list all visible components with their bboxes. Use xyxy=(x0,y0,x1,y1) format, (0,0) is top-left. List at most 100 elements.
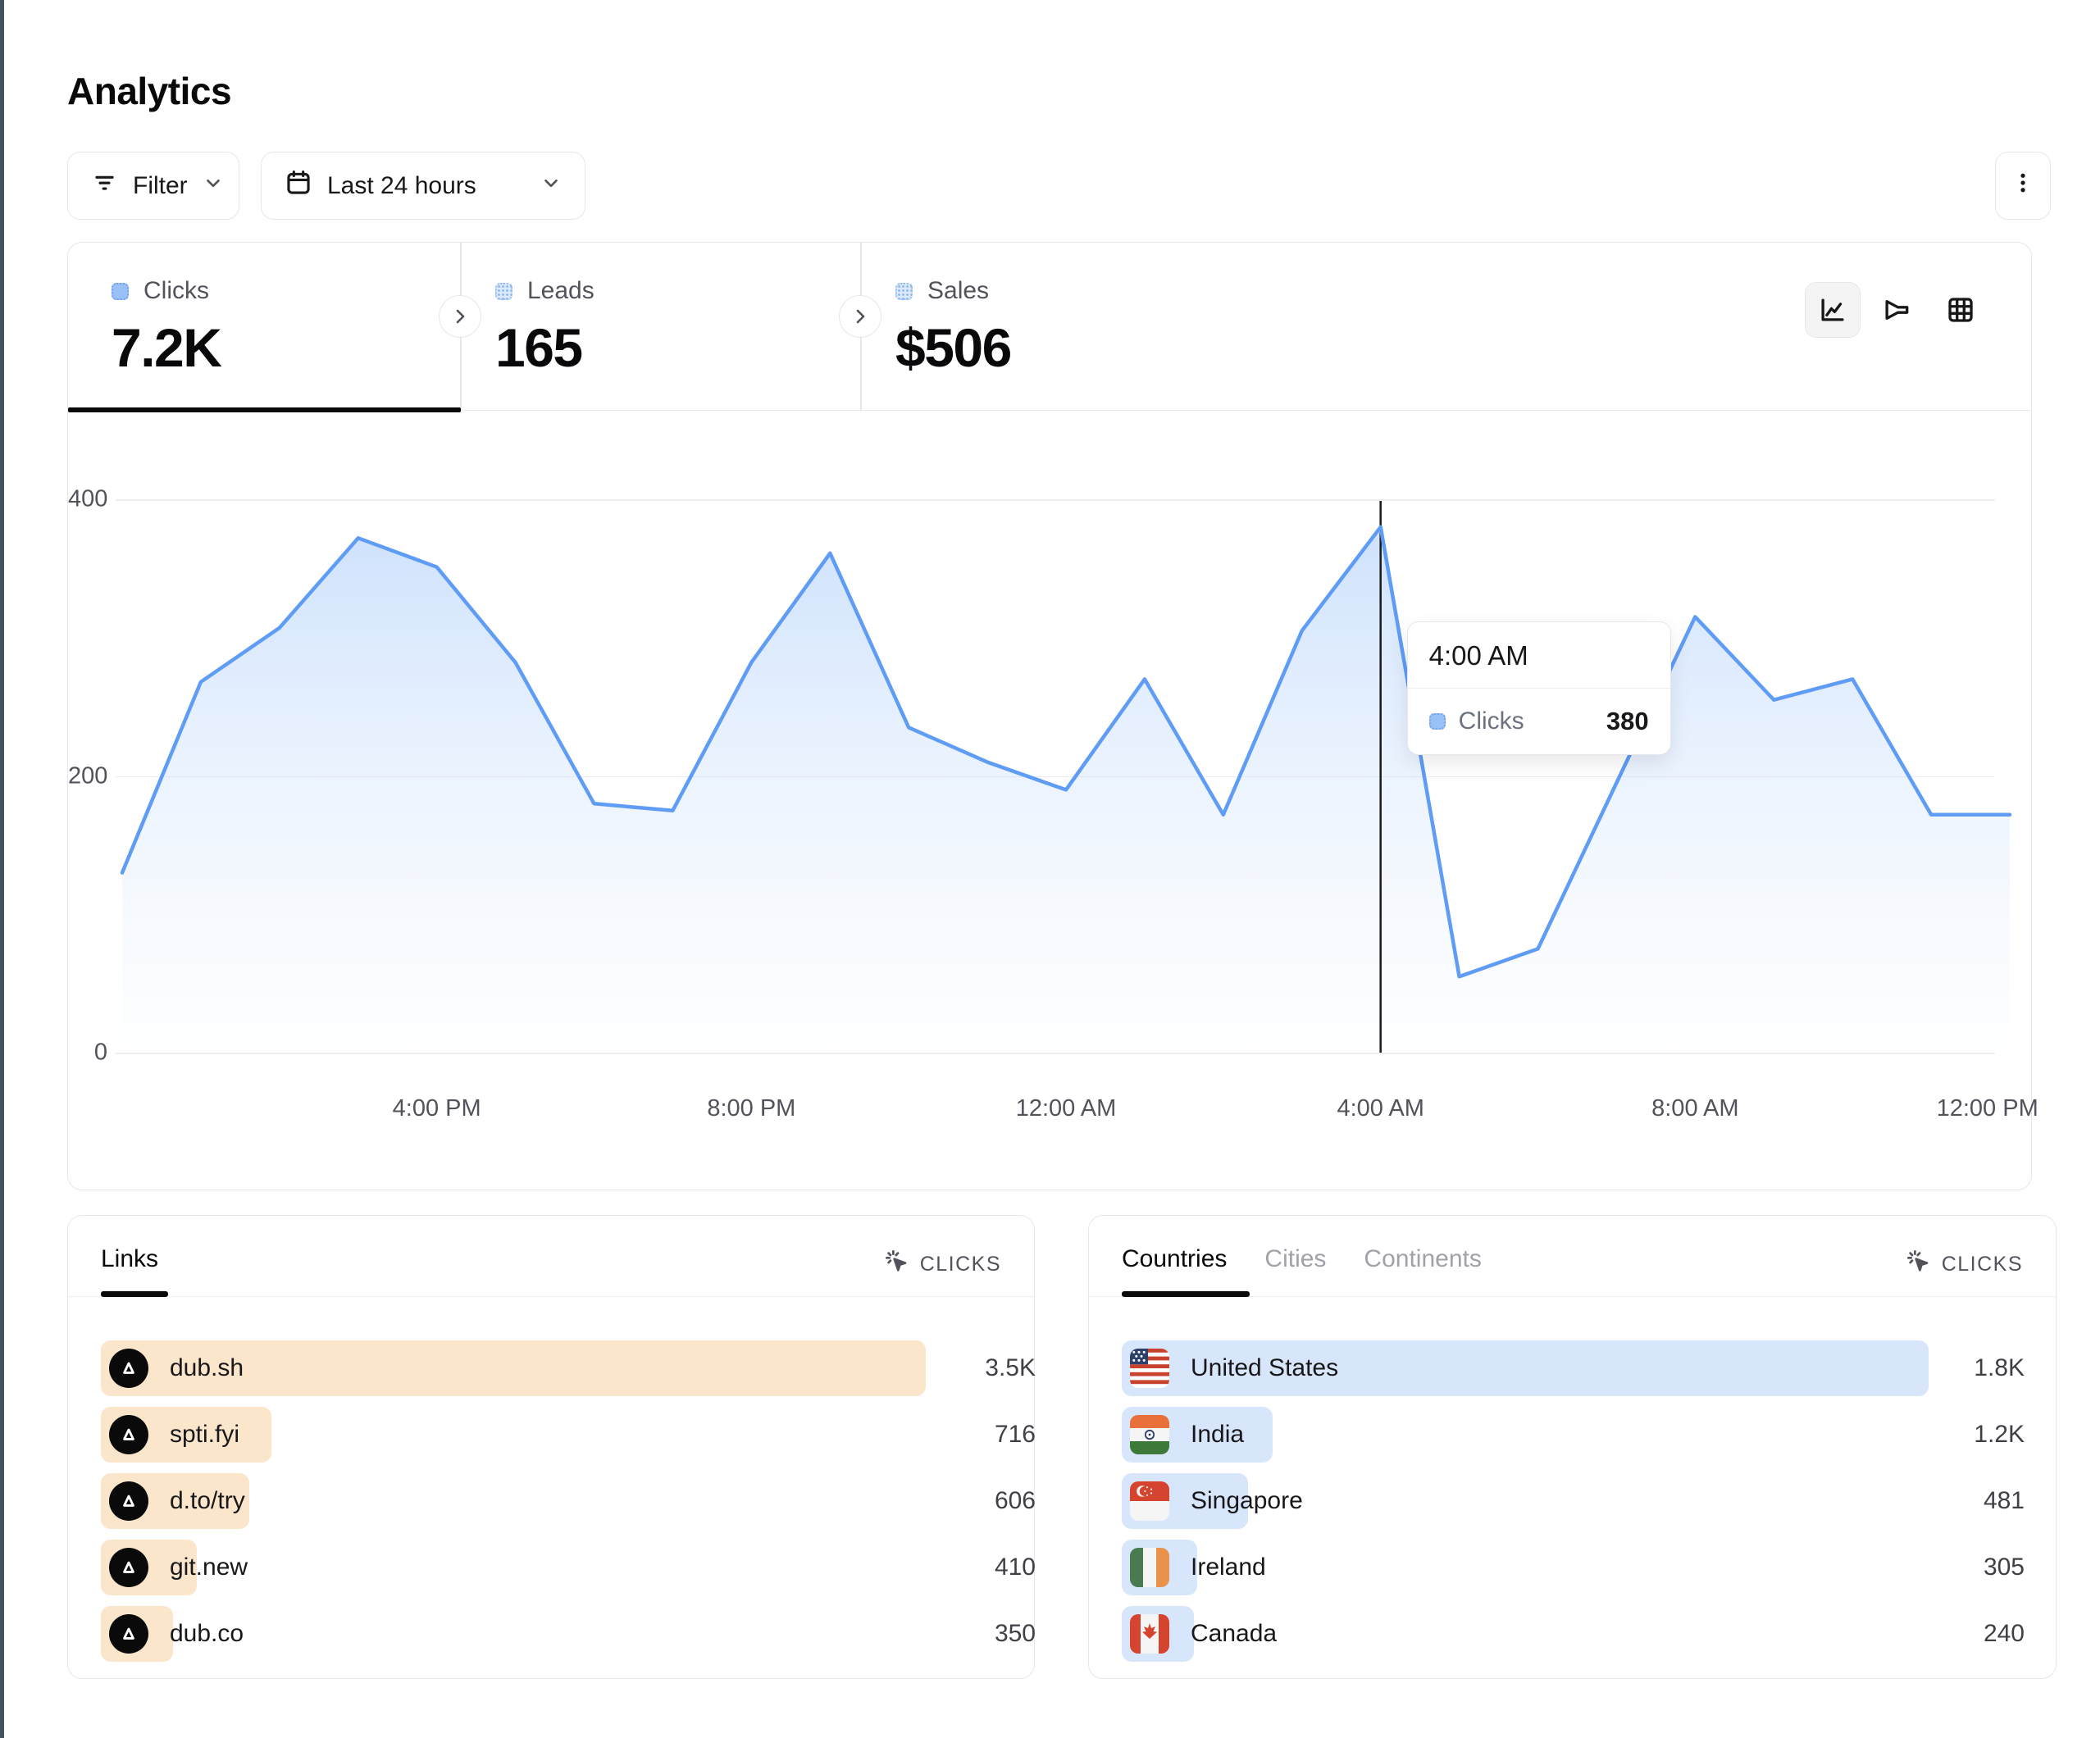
active-tab-underline xyxy=(1122,1291,1250,1297)
link-label: d.to/try xyxy=(170,1487,245,1515)
country-clicks-value: 305 xyxy=(1938,1540,2025,1595)
country-clicks-value: 481 xyxy=(1938,1473,2025,1529)
tab-leads[interactable]: Leads 165 xyxy=(495,277,594,379)
ca-flag-icon xyxy=(1130,1614,1169,1654)
metric-label: CLICKS xyxy=(1942,1253,2023,1276)
dub-logo-icon xyxy=(109,1415,148,1454)
analytics-card: Clicks 7.2K Leads 165 Sales $506 xyxy=(67,242,2032,1190)
leads-series-marker xyxy=(495,283,512,300)
link-clicks-value: 410 xyxy=(937,1540,1036,1595)
link-row[interactable]: dub.co350 xyxy=(101,1606,926,1662)
y-axis-tick-label: 200 xyxy=(68,762,107,789)
tooltip-time: 4:00 AM xyxy=(1408,622,1670,689)
expand-leads-chevron-button[interactable] xyxy=(839,295,881,338)
links-panel: Links CLICKS dub.sh3.5K spti.fyi716 d.to/t… xyxy=(67,1215,1035,1679)
active-tab-underline xyxy=(68,407,461,412)
line-chart-view-button[interactable] xyxy=(1805,282,1861,338)
countries-panel-header: Countries Cities Continents CLICKS xyxy=(1089,1216,2056,1297)
country-label: India xyxy=(1191,1421,1244,1449)
kebab-menu-icon xyxy=(2011,171,2035,202)
link-row[interactable]: git.new410 xyxy=(101,1540,926,1595)
expand-clicks-chevron-button[interactable] xyxy=(439,295,481,338)
x-axis-tick-label: 12:00 AM xyxy=(1016,1095,1117,1122)
tooltip-series-label: Clicks xyxy=(1459,707,1593,735)
tab-countries[interactable]: Countries xyxy=(1122,1245,1227,1273)
chart-tooltip: 4:00 AM Clicks 380 xyxy=(1407,621,1671,755)
filter-button-label: Filter xyxy=(133,172,188,200)
country-label: Singapore xyxy=(1191,1487,1303,1515)
link-clicks-value: 3.5K xyxy=(937,1340,1036,1396)
country-label: Ireland xyxy=(1191,1554,1266,1581)
country-label: United States xyxy=(1191,1354,1338,1382)
chevron-down-icon xyxy=(540,172,562,200)
calendar-icon xyxy=(285,169,312,203)
tab-sales[interactable]: Sales $506 xyxy=(895,277,1011,379)
cursor-click-icon xyxy=(1906,1249,1932,1281)
country-row[interactable]: United States1.8K xyxy=(1122,1340,1929,1396)
countries-list: United States1.8K India1.2K Singapore481 Ir… xyxy=(1122,1340,1929,1672)
stat-value: 165 xyxy=(495,316,594,379)
tab-continents[interactable]: Continents xyxy=(1364,1245,1481,1273)
countries-metric-selector[interactable]: CLICKS xyxy=(1906,1249,2023,1281)
y-axis-tick-label: 400 xyxy=(68,486,107,513)
link-label: dub.co xyxy=(170,1620,244,1648)
country-row[interactable]: Singapore481 xyxy=(1122,1473,1929,1529)
x-axis-tick-label: 8:00 PM xyxy=(707,1095,795,1122)
table-grid-icon xyxy=(1945,294,1976,325)
link-row[interactable]: spti.fyi716 xyxy=(101,1407,926,1463)
funnel-view-button[interactable] xyxy=(1869,282,1925,338)
tooltip-value: 380 xyxy=(1606,707,1649,736)
line-chart-icon xyxy=(1817,294,1848,325)
metric-label: CLICKS xyxy=(920,1253,1001,1276)
window-edge-strip xyxy=(0,0,4,1738)
date-range-label: Last 24 hours xyxy=(327,172,476,200)
x-axis-tick-label: 4:00 AM xyxy=(1337,1095,1424,1122)
clicks-series-marker xyxy=(1429,713,1446,730)
country-clicks-value: 1.2K xyxy=(1938,1407,2025,1463)
link-label: spti.fyi xyxy=(170,1421,239,1449)
stat-label: Clicks xyxy=(143,277,209,305)
country-label: Canada xyxy=(1191,1620,1277,1648)
link-row[interactable]: dub.sh3.5K xyxy=(101,1340,926,1396)
stat-label: Leads xyxy=(527,277,594,305)
country-row[interactable]: Canada240 xyxy=(1122,1606,1929,1662)
tab-links[interactable]: Links xyxy=(101,1245,158,1273)
link-row[interactable]: d.to/try606 xyxy=(101,1473,926,1529)
stat-value: 7.2K xyxy=(112,316,221,379)
filter-button[interactable]: Filter xyxy=(67,152,239,220)
x-axis-tick-label: 8:00 AM xyxy=(1651,1095,1738,1122)
tab-clicks[interactable]: Clicks 7.2K xyxy=(112,277,221,379)
chevron-down-icon xyxy=(203,172,224,200)
country-row[interactable]: Ireland305 xyxy=(1122,1540,1929,1595)
links-list: dub.sh3.5K spti.fyi716 d.to/try606 git.new4… xyxy=(101,1340,926,1672)
links-panel-header: Links CLICKS xyxy=(68,1216,1034,1297)
chevron-right-icon xyxy=(450,307,470,326)
x-axis-tick-label: 4:00 PM xyxy=(393,1095,481,1122)
active-tab-underline xyxy=(101,1291,168,1297)
stats-tabs-header: Clicks 7.2K Leads 165 Sales $506 xyxy=(68,243,2031,411)
link-clicks-value: 606 xyxy=(937,1473,1036,1529)
page-title: Analytics xyxy=(67,69,231,113)
table-view-button[interactable] xyxy=(1933,282,1988,338)
sg-flag-icon xyxy=(1130,1481,1169,1521)
stat-label: Sales xyxy=(927,277,989,305)
x-axis-tick-label: 12:00 PM xyxy=(1937,1095,2039,1122)
sales-series-marker xyxy=(895,283,913,300)
countries-panel: Countries Cities Continents CLICKS Unite… xyxy=(1088,1215,2057,1679)
funnel-icon xyxy=(1881,294,1912,325)
more-options-button[interactable] xyxy=(1995,152,2051,220)
date-range-button[interactable]: Last 24 hours xyxy=(261,152,585,220)
cursor-click-icon xyxy=(884,1249,910,1281)
y-axis-tick-label: 0 xyxy=(68,1040,107,1067)
stat-value: $506 xyxy=(895,316,1011,379)
ie-flag-icon xyxy=(1130,1548,1169,1587)
clicks-area-chart[interactable] xyxy=(122,460,2010,1053)
country-row[interactable]: India1.2K xyxy=(1122,1407,1929,1463)
us-flag-icon xyxy=(1130,1349,1169,1388)
in-flag-icon xyxy=(1130,1415,1169,1454)
gridline xyxy=(116,1053,1995,1054)
tab-cities[interactable]: Cities xyxy=(1264,1245,1326,1273)
links-metric-selector[interactable]: CLICKS xyxy=(884,1249,1001,1281)
filter-icon xyxy=(91,169,118,202)
dub-logo-icon xyxy=(109,1614,148,1654)
